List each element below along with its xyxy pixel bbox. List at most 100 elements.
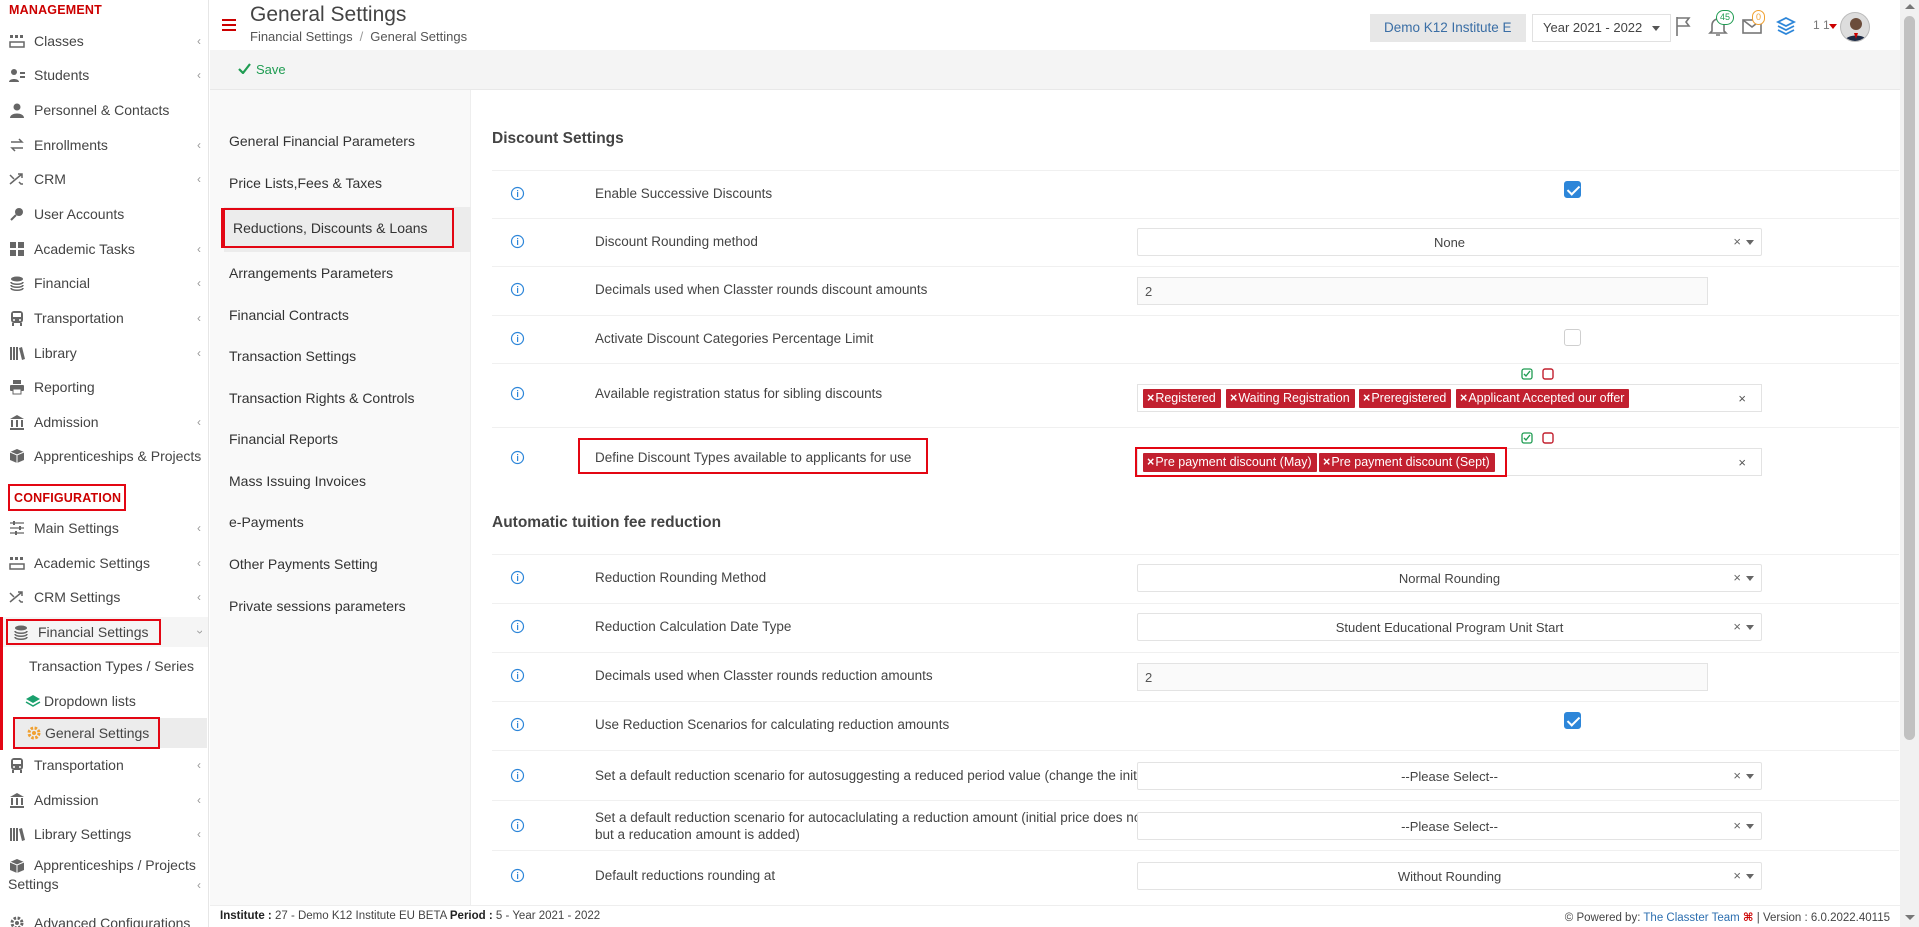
info-icon[interactable] — [510, 450, 525, 465]
sidebar-item-library-settings[interactable]: Library Settings ‹ — [0, 819, 208, 849]
remove-tag-icon[interactable]: × — [1147, 391, 1154, 405]
default-period-scenario-select[interactable]: --Please Select-- × — [1137, 762, 1762, 790]
info-icon[interactable] — [510, 186, 525, 201]
layers-plus-icon[interactable] — [1774, 14, 1798, 38]
sidebar-item-academic-settings[interactable]: Academic Settings ‹ — [0, 548, 208, 578]
sidebar-item-crm-settings[interactable]: CRM Settings ‹ — [0, 582, 208, 612]
settings-nav-item[interactable]: General Financial Parameters — [229, 133, 415, 149]
tag-chip[interactable]: ×Applicant Accepted our offer — [1456, 389, 1630, 408]
sidebar-item-reporting[interactable]: Reporting — [0, 372, 208, 402]
caret-down-icon[interactable] — [1746, 824, 1754, 829]
discount-rounding-select[interactable]: None × — [1137, 228, 1762, 256]
settings-nav-item[interactable]: Financial Contracts — [229, 307, 349, 323]
sidebar-item-classes[interactable]: Classes ‹ — [0, 26, 208, 56]
scroll-up-arrow[interactable] — [1905, 4, 1915, 9]
caret-down-icon[interactable] — [1829, 24, 1837, 29]
envelope-icon[interactable]: 0 — [1740, 10, 1766, 38]
remove-tag-icon[interactable]: × — [1323, 455, 1330, 469]
settings-nav-item[interactable]: Mass Issuing Invoices — [229, 473, 366, 489]
discount-types-multiselect[interactable]: ×Pre payment discount (May) ×Pre payment… — [1137, 448, 1762, 476]
sidebar-item-enrollments[interactable]: Enrollments ‹ — [0, 130, 208, 160]
sidebar-item-advanced-configurations[interactable]: Advanced Configurations — [0, 908, 208, 927]
info-icon[interactable] — [510, 331, 525, 346]
settings-nav-item[interactable]: e-Payments — [229, 514, 304, 530]
avatar[interactable] — [1840, 12, 1870, 42]
default-amount-scenario-select[interactable]: --Please Select-- × — [1137, 812, 1762, 840]
settings-nav-item[interactable]: Financial Reports — [229, 431, 338, 447]
settings-nav-item[interactable]: Price Lists,Fees & Taxes — [229, 175, 382, 191]
bell-icon[interactable]: 45 — [1706, 10, 1735, 38]
settings-nav-item[interactable]: Transaction Settings — [229, 348, 356, 364]
year-select[interactable]: Year 2021 - 2022 — [1532, 14, 1671, 42]
flag-icon[interactable] — [1672, 14, 1696, 38]
caret-down-icon[interactable] — [1746, 874, 1754, 879]
clear-icon[interactable]: × — [1733, 868, 1741, 883]
remove-tag-icon[interactable]: × — [1230, 391, 1237, 405]
info-icon[interactable] — [510, 282, 525, 297]
info-icon[interactable] — [510, 570, 525, 585]
settings-nav-item[interactable]: Transaction Rights & Controls — [229, 390, 414, 406]
remove-tag-icon[interactable]: × — [1460, 391, 1467, 405]
sidebar-item-admission[interactable]: Admission ‹ — [0, 407, 208, 437]
enable-successive-discounts-checkbox[interactable] — [1564, 181, 1581, 198]
sidebar-item-admission-settings[interactable]: Admission ‹ — [0, 785, 208, 815]
select-all-icon[interactable] — [1521, 367, 1533, 380]
select-all-icon[interactable] — [1521, 431, 1533, 444]
scrollbar-thumb[interactable] — [1904, 16, 1915, 740]
reduction-date-type-select[interactable]: Student Educational Program Unit Start × — [1137, 613, 1762, 641]
reductions-rounding-at-select[interactable]: Without Rounding × — [1137, 862, 1762, 890]
settings-nav-item[interactable]: Private sessions parameters — [229, 598, 406, 614]
sidebar-item-general-settings[interactable]: General Settings — [14, 718, 207, 748]
deselect-all-icon[interactable] — [1542, 431, 1554, 444]
tag-chip[interactable]: ×Pre payment discount (Sept) — [1319, 453, 1495, 472]
clear-icon[interactable]: × — [1738, 391, 1746, 406]
info-icon[interactable] — [510, 668, 525, 683]
settings-nav-item[interactable]: Other Payments Setting — [229, 556, 378, 572]
save-button[interactable]: Save — [238, 62, 286, 77]
clear-icon[interactable]: × — [1733, 234, 1741, 249]
sidebar-item-students[interactable]: Students ‹ — [0, 60, 208, 90]
sidebar-item-transportation-settings[interactable]: Transportation ‹ — [0, 750, 208, 780]
discount-decimals-input[interactable]: 2 — [1137, 277, 1708, 305]
tag-chip[interactable]: ×Preregistered — [1359, 389, 1452, 408]
tag-chip[interactable]: ×Waiting Registration — [1226, 389, 1355, 408]
info-icon[interactable] — [510, 818, 525, 833]
remove-tag-icon[interactable]: × — [1147, 455, 1154, 469]
sidebar-item-transaction-types[interactable]: Transaction Types / Series — [0, 651, 208, 681]
institute-chip[interactable]: Demo K12 Institute E — [1370, 14, 1526, 42]
sibling-status-multiselect[interactable]: ×Registered ×Waiting Registration ×Prere… — [1137, 384, 1762, 412]
hamburger-menu-icon[interactable] — [222, 19, 236, 31]
tag-chip[interactable]: ×Registered — [1143, 389, 1221, 408]
info-icon[interactable] — [510, 717, 525, 732]
sidebar-item-main-settings[interactable]: Main Settings ‹ — [0, 513, 208, 543]
footer-powered-link[interactable]: The Classter Team — [1643, 912, 1739, 924]
categories-limit-checkbox[interactable] — [1564, 329, 1581, 346]
scroll-down-arrow[interactable] — [1905, 915, 1915, 920]
settings-nav-item[interactable]: Arrangements Parameters — [229, 265, 393, 281]
scrollbar[interactable] — [1900, 0, 1919, 927]
sidebar-item-financial-settings[interactable]: Financial Settings ‹ — [0, 617, 208, 647]
caret-down-icon[interactable] — [1746, 576, 1754, 581]
sidebar-item-dropdown-lists[interactable]: Dropdown lists — [0, 686, 208, 716]
settings-nav-item-active[interactable]: Reductions, Discounts & Loans — [233, 220, 428, 236]
sidebar-item-user-accounts[interactable]: User Accounts — [0, 199, 208, 229]
user-label[interactable]: 1 1 — [1813, 18, 1830, 32]
sidebar-item-library[interactable]: Library ‹ — [0, 338, 208, 368]
clear-icon[interactable]: × — [1733, 768, 1741, 783]
clear-icon[interactable]: × — [1733, 619, 1741, 634]
clear-icon[interactable]: × — [1733, 570, 1741, 585]
info-icon[interactable] — [510, 619, 525, 634]
sidebar-item-apprenticeships[interactable]: Apprenticeships & Projects ‹ — [0, 441, 208, 471]
sidebar-item-crm[interactable]: CRM ‹ — [0, 164, 208, 194]
caret-down-icon[interactable] — [1746, 625, 1754, 630]
sidebar-item-transportation[interactable]: Transportation ‹ — [0, 303, 208, 333]
sidebar-item-academic-tasks[interactable]: Academic Tasks ‹ — [0, 234, 208, 264]
reduction-rounding-select[interactable]: Normal Rounding × — [1137, 564, 1762, 592]
sidebar-item-personnel[interactable]: Personnel & Contacts — [0, 95, 208, 125]
deselect-all-icon[interactable] — [1542, 367, 1554, 380]
remove-tag-icon[interactable]: × — [1363, 391, 1370, 405]
tag-chip[interactable]: ×Pre payment discount (May) — [1143, 453, 1317, 472]
breadcrumb-item[interactable]: Financial Settings — [250, 29, 353, 44]
info-icon[interactable] — [510, 234, 525, 249]
reduction-scenarios-checkbox[interactable] — [1564, 712, 1581, 729]
